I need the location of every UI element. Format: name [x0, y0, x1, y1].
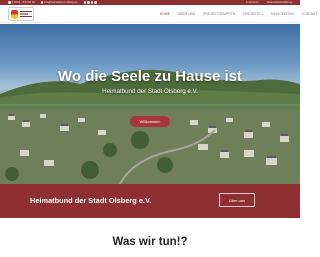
mail-icon	[40, 1, 44, 4]
phone-link[interactable]: 0 29 62 - 8 03 04 06	[8, 1, 35, 4]
nav-item-projektgruppen[interactable]: PROJEKTGRUPPEN	[203, 12, 235, 16]
contact-info: 0 29 62 - 8 03 04 06 info@heimatbund-ols…	[8, 1, 97, 4]
crest-icon	[10, 9, 18, 19]
email-text: info@heimatbund-olsberg.de	[44, 1, 78, 4]
phone-text: 0 29 62 - 8 03 04 06	[11, 1, 35, 4]
chevron-down-icon: ▾	[261, 12, 264, 16]
section-title: Was wir tun!?	[112, 236, 188, 248]
banner-title: Heimatbund der Stadt Olsberg e.V.	[30, 196, 152, 205]
nav-item-projekte[interactable]: PROJEKTE ▾	[243, 12, 263, 16]
nav-item-ueber-uns[interactable]: ÜBER UNS	[178, 12, 195, 16]
email-link[interactable]: info@heimatbund-olsberg.de	[40, 1, 78, 4]
twitter-icon[interactable]	[87, 1, 90, 4]
privacy-link[interactable]: Datenschutzerklärung	[267, 1, 292, 4]
social-links	[83, 1, 97, 4]
logo-wordmark	[19, 11, 32, 17]
hero-subtitle: Heimatbund der Stadt Olsberg e.V.	[102, 88, 198, 95]
nav-item-neuigkeiten[interactable]: NEUIGKEITEN	[271, 12, 294, 16]
impressum-link[interactable]: Impressum	[246, 1, 259, 4]
instagram-icon[interactable]	[94, 1, 97, 4]
site-header: HOME ÜBER UNS PROJEKTGRUPPEN PROJEKTE ▾ N…	[0, 5, 317, 23]
about-us-button[interactable]: Über uns	[219, 193, 255, 207]
legal-links: Impressum Datenschutzerklärung	[246, 1, 292, 4]
nav-item-home[interactable]: HOME	[160, 12, 170, 16]
nav-item-kontakt[interactable]: KONTAKT	[302, 12, 318, 16]
google-plus-icon[interactable]	[90, 1, 94, 4]
site-logo[interactable]	[8, 7, 34, 21]
facebook-icon[interactable]	[83, 1, 87, 4]
hero-title: Wo die Seele zu Hause ist	[58, 68, 242, 85]
hero-section: Wo die Seele zu Hause ist Heimatbund der…	[0, 24, 300, 184]
about-banner: Heimatbund der Stadt Olsberg e.V. Über u…	[0, 184, 300, 218]
welcome-button[interactable]: Willkommen	[130, 116, 170, 127]
phone-icon	[8, 1, 11, 4]
main-nav: HOME ÜBER UNS PROJEKTGRUPPEN PROJEKTE ▾ N…	[160, 12, 317, 16]
